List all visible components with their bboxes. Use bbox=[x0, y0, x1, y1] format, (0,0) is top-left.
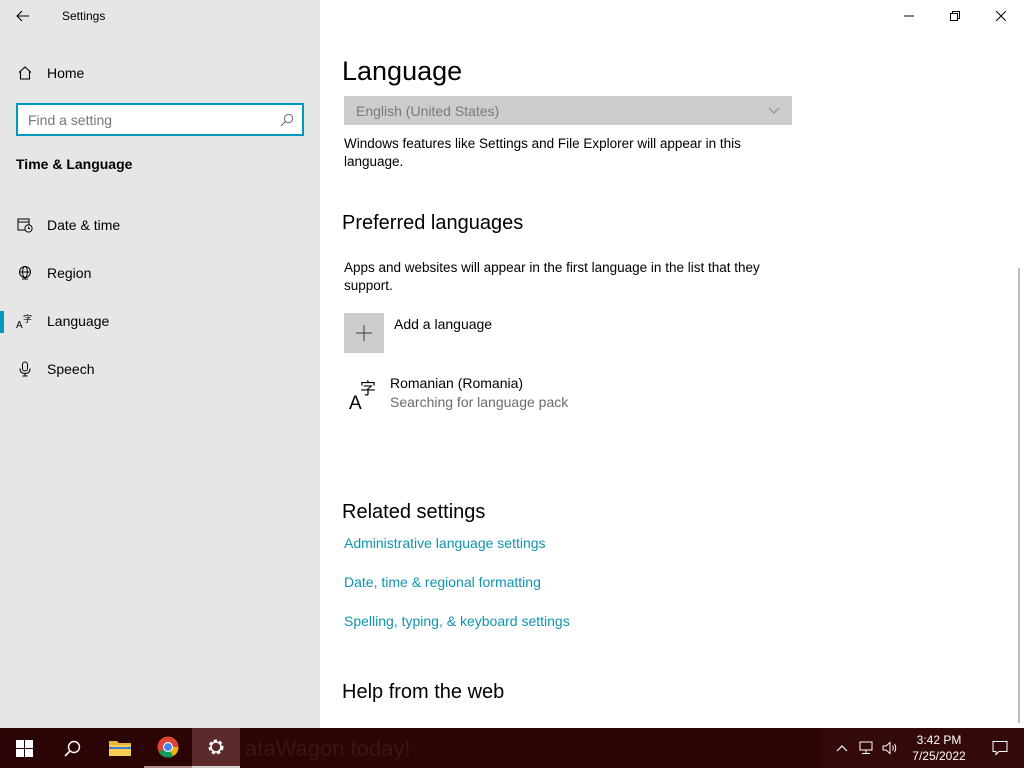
search-box[interactable] bbox=[16, 103, 304, 136]
back-button[interactable] bbox=[0, 0, 46, 32]
display-language-description: Windows features like Settings and File … bbox=[344, 136, 741, 169]
plus-icon bbox=[344, 313, 384, 353]
language-icon: A字 bbox=[16, 313, 34, 329]
display-language-value: English (United States) bbox=[356, 102, 500, 119]
search-icon[interactable] bbox=[272, 113, 302, 127]
help-from-web-heading: Help from the web bbox=[342, 681, 505, 703]
close-button[interactable] bbox=[978, 0, 1024, 32]
search-icon bbox=[63, 740, 80, 757]
language-status: Searching for language pack bbox=[390, 394, 569, 410]
restore-icon bbox=[950, 11, 960, 21]
chrome-button[interactable] bbox=[144, 728, 192, 768]
page-title: Language bbox=[342, 56, 463, 86]
sidebar-item-date-time[interactable]: Date & time bbox=[0, 205, 320, 245]
sidebar-item-language[interactable]: A字 Language bbox=[0, 301, 320, 341]
preferred-languages-heading: Preferred languages bbox=[342, 212, 524, 234]
wallpaper-text: ataWagon today! bbox=[245, 736, 411, 761]
notification-icon bbox=[992, 741, 1008, 756]
link-administrative-language-settings[interactable]: Administrative language settings bbox=[344, 535, 546, 551]
clock-date: 7/25/2022 bbox=[912, 749, 966, 763]
taskbar: ataWagon today! 3:42 PM 7/25/2022 bbox=[0, 728, 1024, 768]
windows-logo-icon bbox=[15, 739, 33, 757]
app-title: Settings bbox=[62, 9, 106, 23]
window-controls bbox=[886, 0, 1024, 32]
add-language-label: Add a language bbox=[394, 316, 493, 332]
sidebar-item-label: Language bbox=[47, 313, 110, 329]
sidebar: Settings Home Time & Language Date & tim… bbox=[0, 0, 320, 728]
network-icon bbox=[859, 741, 873, 754]
preferred-languages-description: Apps and websites will appear in the fir… bbox=[344, 260, 760, 293]
sidebar-item-label: Speech bbox=[47, 361, 95, 377]
nav-home-label: Home bbox=[47, 65, 85, 81]
scrollbar[interactable] bbox=[1018, 268, 1020, 723]
close-icon bbox=[996, 11, 1006, 21]
clock-time: 3:42 PM bbox=[916, 733, 962, 747]
gear-icon bbox=[208, 739, 224, 755]
display-language-dropdown[interactable]: English (United States) bbox=[344, 96, 792, 125]
chevron-down-icon bbox=[768, 107, 780, 114]
folder-icon bbox=[109, 741, 131, 756]
network-button[interactable] bbox=[854, 728, 878, 768]
chrome-icon bbox=[157, 736, 179, 758]
calendar-clock-icon bbox=[16, 217, 34, 233]
taskbar-search-button[interactable] bbox=[48, 728, 96, 768]
chevron-up-icon bbox=[836, 745, 848, 752]
sidebar-item-speech[interactable]: Speech bbox=[0, 349, 320, 389]
system-tray: 3:42 PM 7/25/2022 bbox=[830, 728, 1024, 768]
globe-icon bbox=[16, 265, 34, 281]
start-button[interactable] bbox=[0, 728, 48, 768]
link-spelling-typing-keyboard-settings[interactable]: Spelling, typing, & keyboard settings bbox=[344, 613, 570, 629]
language-icon: A字 bbox=[344, 373, 384, 413]
home-icon bbox=[17, 65, 33, 81]
minimize-button[interactable] bbox=[886, 0, 932, 32]
action-center-button[interactable] bbox=[976, 728, 1024, 768]
section-title: Time & Language bbox=[16, 156, 133, 172]
sidebar-item-region[interactable]: Region bbox=[0, 253, 320, 293]
language-name: Romanian (Romania) bbox=[390, 375, 524, 391]
nav-home[interactable]: Home bbox=[0, 57, 320, 89]
add-language-button[interactable]: Add a language bbox=[344, 313, 492, 353]
volume-button[interactable] bbox=[878, 728, 902, 768]
svg-text:字: 字 bbox=[23, 313, 32, 325]
restore-button[interactable] bbox=[932, 0, 978, 32]
clock[interactable]: 3:42 PM 7/25/2022 bbox=[902, 728, 976, 768]
settings-taskbar-button[interactable] bbox=[192, 728, 240, 768]
show-hidden-icons-button[interactable] bbox=[830, 728, 854, 768]
volume-icon bbox=[882, 741, 897, 755]
search-input[interactable] bbox=[18, 105, 272, 134]
microphone-icon bbox=[16, 361, 34, 377]
back-arrow-icon bbox=[16, 10, 29, 22]
link-date-time-regional-formatting[interactable]: Date, time & regional formatting bbox=[344, 574, 541, 590]
title-bar: Settings bbox=[0, 0, 320, 32]
svg-text:A: A bbox=[16, 320, 23, 329]
related-settings-heading: Related settings bbox=[342, 501, 486, 523]
sidebar-item-label: Date & time bbox=[47, 217, 121, 233]
file-explorer-button[interactable] bbox=[96, 728, 144, 768]
svg-text:字: 字 bbox=[360, 379, 376, 398]
minimize-icon bbox=[904, 15, 914, 17]
sidebar-item-label: Region bbox=[47, 265, 92, 281]
language-list-item[interactable]: A字 Romanian (Romania) Searching for lang… bbox=[344, 373, 784, 417]
